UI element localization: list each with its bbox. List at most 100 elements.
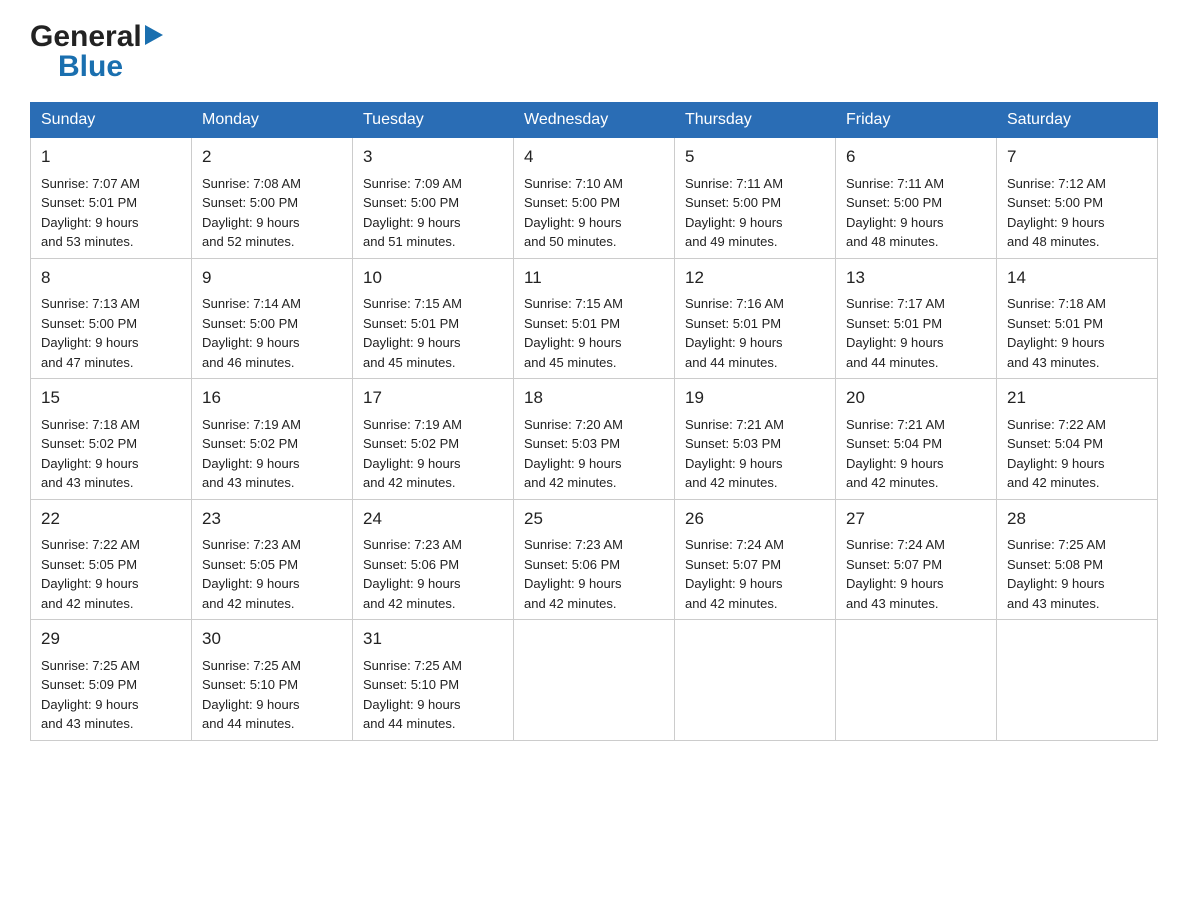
calendar-cell	[514, 620, 675, 741]
logo-blue-text: Blue	[58, 50, 123, 84]
day-info: Sunrise: 7:25 AM Sunset: 5:08 PM Dayligh…	[1007, 535, 1147, 613]
logo: General Blue	[30, 20, 163, 84]
calendar-cell: 15 Sunrise: 7:18 AM Sunset: 5:02 PM Dayl…	[31, 379, 192, 500]
day-number: 29	[41, 626, 181, 652]
day-info: Sunrise: 7:16 AM Sunset: 5:01 PM Dayligh…	[685, 294, 825, 372]
calendar-cell: 11 Sunrise: 7:15 AM Sunset: 5:01 PM Dayl…	[514, 258, 675, 379]
calendar-cell: 29 Sunrise: 7:25 AM Sunset: 5:09 PM Dayl…	[31, 620, 192, 741]
day-info: Sunrise: 7:23 AM Sunset: 5:06 PM Dayligh…	[363, 535, 503, 613]
calendar-table: SundayMondayTuesdayWednesdayThursdayFrid…	[30, 102, 1158, 741]
day-number: 7	[1007, 144, 1147, 170]
calendar-cell: 31 Sunrise: 7:25 AM Sunset: 5:10 PM Dayl…	[353, 620, 514, 741]
calendar-cell: 12 Sunrise: 7:16 AM Sunset: 5:01 PM Dayl…	[675, 258, 836, 379]
calendar-cell: 19 Sunrise: 7:21 AM Sunset: 5:03 PM Dayl…	[675, 379, 836, 500]
calendar-cell: 17 Sunrise: 7:19 AM Sunset: 5:02 PM Dayl…	[353, 379, 514, 500]
calendar-cell	[836, 620, 997, 741]
day-info: Sunrise: 7:10 AM Sunset: 5:00 PM Dayligh…	[524, 174, 664, 252]
calendar-week-row: 29 Sunrise: 7:25 AM Sunset: 5:09 PM Dayl…	[31, 620, 1158, 741]
calendar-cell	[675, 620, 836, 741]
calendar-cell: 23 Sunrise: 7:23 AM Sunset: 5:05 PM Dayl…	[192, 499, 353, 620]
calendar-cell: 20 Sunrise: 7:21 AM Sunset: 5:04 PM Dayl…	[836, 379, 997, 500]
calendar-cell: 7 Sunrise: 7:12 AM Sunset: 5:00 PM Dayli…	[997, 138, 1158, 259]
day-number: 23	[202, 506, 342, 532]
day-number: 12	[685, 265, 825, 291]
calendar-cell: 2 Sunrise: 7:08 AM Sunset: 5:00 PM Dayli…	[192, 138, 353, 259]
day-number: 17	[363, 385, 503, 411]
calendar-cell: 8 Sunrise: 7:13 AM Sunset: 5:00 PM Dayli…	[31, 258, 192, 379]
col-header-friday: Friday	[836, 103, 997, 138]
calendar-cell: 25 Sunrise: 7:23 AM Sunset: 5:06 PM Dayl…	[514, 499, 675, 620]
col-header-tuesday: Tuesday	[353, 103, 514, 138]
calendar-week-row: 8 Sunrise: 7:13 AM Sunset: 5:00 PM Dayli…	[31, 258, 1158, 379]
day-info: Sunrise: 7:13 AM Sunset: 5:00 PM Dayligh…	[41, 294, 181, 372]
day-info: Sunrise: 7:19 AM Sunset: 5:02 PM Dayligh…	[202, 415, 342, 493]
day-number: 18	[524, 385, 664, 411]
calendar-cell: 28 Sunrise: 7:25 AM Sunset: 5:08 PM Dayl…	[997, 499, 1158, 620]
day-number: 14	[1007, 265, 1147, 291]
calendar-cell: 6 Sunrise: 7:11 AM Sunset: 5:00 PM Dayli…	[836, 138, 997, 259]
logo-general-text: General	[30, 20, 142, 54]
calendar-cell: 24 Sunrise: 7:23 AM Sunset: 5:06 PM Dayl…	[353, 499, 514, 620]
day-number: 25	[524, 506, 664, 532]
day-info: Sunrise: 7:15 AM Sunset: 5:01 PM Dayligh…	[524, 294, 664, 372]
day-info: Sunrise: 7:24 AM Sunset: 5:07 PM Dayligh…	[846, 535, 986, 613]
day-number: 24	[363, 506, 503, 532]
day-number: 15	[41, 385, 181, 411]
day-number: 16	[202, 385, 342, 411]
calendar-week-row: 22 Sunrise: 7:22 AM Sunset: 5:05 PM Dayl…	[31, 499, 1158, 620]
day-info: Sunrise: 7:12 AM Sunset: 5:00 PM Dayligh…	[1007, 174, 1147, 252]
calendar-cell: 3 Sunrise: 7:09 AM Sunset: 5:00 PM Dayli…	[353, 138, 514, 259]
calendar-cell: 9 Sunrise: 7:14 AM Sunset: 5:00 PM Dayli…	[192, 258, 353, 379]
day-number: 4	[524, 144, 664, 170]
day-info: Sunrise: 7:22 AM Sunset: 5:04 PM Dayligh…	[1007, 415, 1147, 493]
day-number: 3	[363, 144, 503, 170]
day-info: Sunrise: 7:25 AM Sunset: 5:10 PM Dayligh…	[363, 656, 503, 734]
day-info: Sunrise: 7:25 AM Sunset: 5:10 PM Dayligh…	[202, 656, 342, 734]
day-number: 27	[846, 506, 986, 532]
calendar-cell: 5 Sunrise: 7:11 AM Sunset: 5:00 PM Dayli…	[675, 138, 836, 259]
calendar-cell: 10 Sunrise: 7:15 AM Sunset: 5:01 PM Dayl…	[353, 258, 514, 379]
day-number: 2	[202, 144, 342, 170]
day-info: Sunrise: 7:18 AM Sunset: 5:02 PM Dayligh…	[41, 415, 181, 493]
calendar-cell: 18 Sunrise: 7:20 AM Sunset: 5:03 PM Dayl…	[514, 379, 675, 500]
calendar-cell	[997, 620, 1158, 741]
calendar-cell: 14 Sunrise: 7:18 AM Sunset: 5:01 PM Dayl…	[997, 258, 1158, 379]
calendar-cell: 16 Sunrise: 7:19 AM Sunset: 5:02 PM Dayl…	[192, 379, 353, 500]
day-info: Sunrise: 7:23 AM Sunset: 5:05 PM Dayligh…	[202, 535, 342, 613]
day-info: Sunrise: 7:15 AM Sunset: 5:01 PM Dayligh…	[363, 294, 503, 372]
day-info: Sunrise: 7:07 AM Sunset: 5:01 PM Dayligh…	[41, 174, 181, 252]
day-info: Sunrise: 7:23 AM Sunset: 5:06 PM Dayligh…	[524, 535, 664, 613]
day-number: 11	[524, 265, 664, 291]
calendar-cell: 26 Sunrise: 7:24 AM Sunset: 5:07 PM Dayl…	[675, 499, 836, 620]
day-number: 6	[846, 144, 986, 170]
day-info: Sunrise: 7:21 AM Sunset: 5:04 PM Dayligh…	[846, 415, 986, 493]
calendar-week-row: 15 Sunrise: 7:18 AM Sunset: 5:02 PM Dayl…	[31, 379, 1158, 500]
calendar-week-row: 1 Sunrise: 7:07 AM Sunset: 5:01 PM Dayli…	[31, 138, 1158, 259]
day-info: Sunrise: 7:14 AM Sunset: 5:00 PM Dayligh…	[202, 294, 342, 372]
day-number: 19	[685, 385, 825, 411]
day-number: 13	[846, 265, 986, 291]
day-info: Sunrise: 7:11 AM Sunset: 5:00 PM Dayligh…	[685, 174, 825, 252]
calendar-cell: 13 Sunrise: 7:17 AM Sunset: 5:01 PM Dayl…	[836, 258, 997, 379]
logo-triangle-icon	[145, 25, 163, 50]
logo-top-line: General	[30, 20, 163, 54]
day-number: 10	[363, 265, 503, 291]
calendar-cell: 4 Sunrise: 7:10 AM Sunset: 5:00 PM Dayli…	[514, 138, 675, 259]
calendar-cell: 27 Sunrise: 7:24 AM Sunset: 5:07 PM Dayl…	[836, 499, 997, 620]
day-number: 9	[202, 265, 342, 291]
day-info: Sunrise: 7:22 AM Sunset: 5:05 PM Dayligh…	[41, 535, 181, 613]
day-number: 8	[41, 265, 181, 291]
col-header-sunday: Sunday	[31, 103, 192, 138]
day-info: Sunrise: 7:09 AM Sunset: 5:00 PM Dayligh…	[363, 174, 503, 252]
day-info: Sunrise: 7:17 AM Sunset: 5:01 PM Dayligh…	[846, 294, 986, 372]
day-info: Sunrise: 7:19 AM Sunset: 5:02 PM Dayligh…	[363, 415, 503, 493]
calendar-cell: 22 Sunrise: 7:22 AM Sunset: 5:05 PM Dayl…	[31, 499, 192, 620]
col-header-thursday: Thursday	[675, 103, 836, 138]
day-number: 30	[202, 626, 342, 652]
day-info: Sunrise: 7:20 AM Sunset: 5:03 PM Dayligh…	[524, 415, 664, 493]
col-header-saturday: Saturday	[997, 103, 1158, 138]
day-info: Sunrise: 7:24 AM Sunset: 5:07 PM Dayligh…	[685, 535, 825, 613]
day-number: 28	[1007, 506, 1147, 532]
col-header-wednesday: Wednesday	[514, 103, 675, 138]
col-header-monday: Monday	[192, 103, 353, 138]
